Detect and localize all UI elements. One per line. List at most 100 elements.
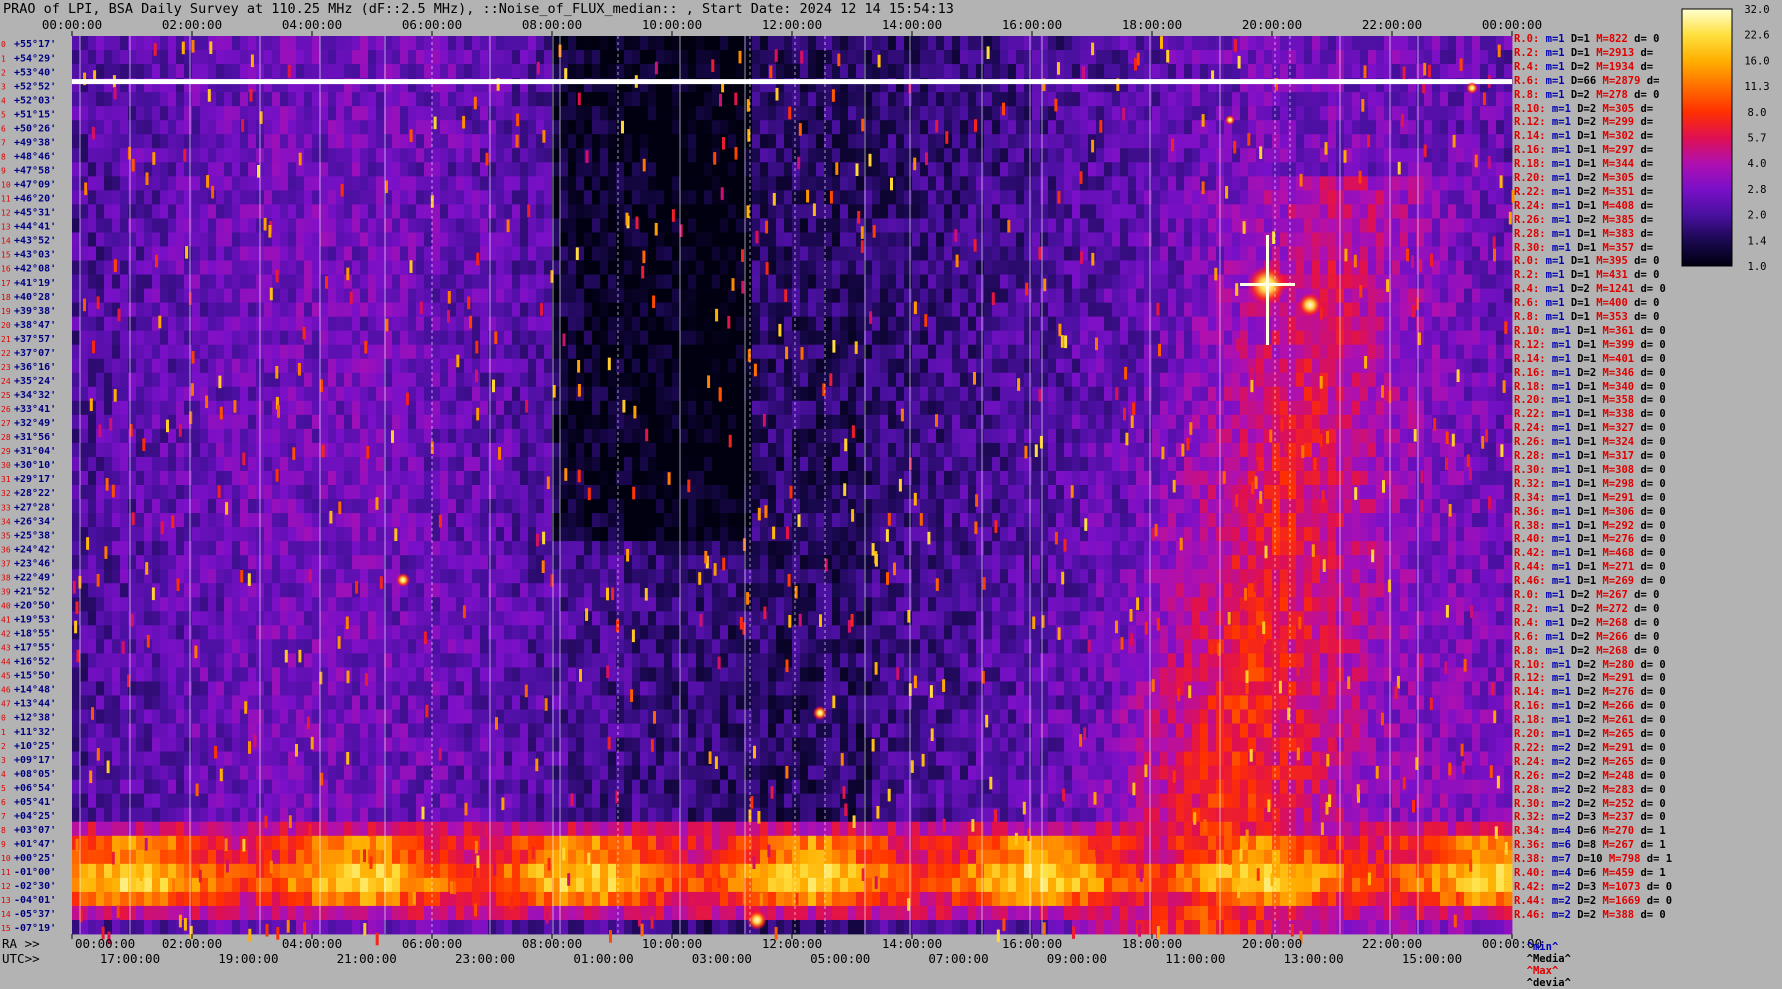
heatmap-cell <box>680 400 689 416</box>
heatmap-cell <box>240 330 249 346</box>
heatmap-cell <box>1344 92 1353 107</box>
heatmap-cell <box>488 400 497 416</box>
heatmap-cell <box>1064 274 1073 289</box>
heatmap-cell <box>896 176 905 191</box>
heatmap-cell <box>392 232 401 247</box>
heatmap-cell <box>240 414 249 430</box>
heatmap-cell <box>1368 92 1377 107</box>
heatmap-cell <box>704 302 713 318</box>
heatmap-cell <box>1288 50 1297 65</box>
heatmap-cell <box>1376 36 1385 51</box>
heatmap-cell <box>1128 358 1137 374</box>
heatmap-cell <box>848 36 857 51</box>
heatmap-cell <box>784 330 793 346</box>
heatmap-cell <box>1416 36 1425 51</box>
heatmap-cell <box>1408 288 1417 303</box>
heatmap-cell <box>904 106 913 121</box>
heatmap-cell <box>1432 50 1441 65</box>
heatmap-cell <box>1272 134 1281 149</box>
heatmap-cell <box>768 218 777 233</box>
heatmap-cell <box>1448 36 1457 51</box>
heatmap-cell <box>1464 148 1473 163</box>
heatmap-cell <box>984 190 993 205</box>
heatmap-cell <box>1432 386 1441 402</box>
heatmap-cell <box>616 344 625 360</box>
heatmap-cell <box>688 330 697 346</box>
heatmap-cell <box>560 414 569 430</box>
heatmap-cell <box>496 302 505 318</box>
heatmap-cell <box>736 372 745 388</box>
heatmap-cell <box>120 106 129 121</box>
heatmap-cell <box>328 92 337 107</box>
heatmap-cell <box>176 134 185 149</box>
heatmap-cell <box>288 246 297 261</box>
heatmap-cell <box>672 190 681 205</box>
heatmap-cell <box>1016 288 1025 303</box>
heatmap-cell <box>128 372 137 388</box>
heatmap-cell <box>1424 330 1433 346</box>
heatmap-cell <box>984 386 993 402</box>
heatmap-cell <box>352 120 361 135</box>
heatmap-cell <box>920 260 929 275</box>
heatmap-cell <box>640 92 649 107</box>
heatmap-cell <box>368 64 377 79</box>
heatmap-cell <box>1128 120 1137 135</box>
heatmap-cell <box>952 162 961 177</box>
heatmap-cell <box>1400 36 1409 51</box>
heatmap-cell <box>688 134 697 149</box>
heatmap-cell <box>1504 176 1513 191</box>
heatmap-cell <box>416 106 425 121</box>
heatmap-cell <box>896 190 905 205</box>
heatmap-cell <box>1016 274 1025 289</box>
heatmap-cell <box>672 288 681 303</box>
heatmap-cell <box>1184 106 1193 121</box>
heatmap-cell <box>512 64 521 79</box>
heatmap-cell <box>104 260 113 275</box>
heatmap-cell <box>752 204 761 219</box>
heatmap-cell <box>1008 176 1017 191</box>
heatmap-cell <box>480 330 489 346</box>
heatmap-cell <box>832 36 841 51</box>
heatmap-cell <box>568 218 577 233</box>
heatmap-cell <box>1328 386 1337 402</box>
heatmap-cell <box>1032 302 1041 318</box>
heatmap-cell <box>1176 274 1185 289</box>
heatmap-cell <box>168 400 177 416</box>
heatmap-cell <box>816 190 825 205</box>
heatmap-cell <box>936 260 945 275</box>
heatmap-cell <box>600 386 609 402</box>
heatmap-cell <box>1296 106 1305 121</box>
heatmap-cell <box>1192 274 1201 289</box>
heatmap-cell <box>120 288 129 303</box>
heatmap-cell <box>160 246 169 261</box>
heatmap-cell <box>232 106 241 121</box>
heatmap-cell <box>360 274 369 289</box>
heatmap-cell <box>856 176 865 191</box>
heatmap-cell <box>1208 358 1217 374</box>
heatmap-cell <box>1328 260 1337 275</box>
heatmap-cell <box>392 218 401 233</box>
heatmap-cell <box>128 260 137 275</box>
heatmap-cell <box>376 92 385 107</box>
heatmap-cell <box>416 148 425 163</box>
heatmap-cell <box>1392 92 1401 107</box>
heatmap-cell <box>592 92 601 107</box>
heatmap-cell <box>1152 162 1161 177</box>
heatmap-cell <box>144 246 153 261</box>
heatmap-cell <box>1416 274 1425 289</box>
heatmap-cell <box>168 302 177 318</box>
heatmap-cell <box>1144 344 1153 360</box>
heatmap-cell <box>1328 106 1337 121</box>
heatmap-cell <box>1392 190 1401 205</box>
heatmap-cell <box>1168 232 1177 247</box>
heatmap-cell <box>144 92 153 107</box>
heatmap-cell <box>944 358 953 374</box>
heatmap-cell <box>1184 134 1193 149</box>
heatmap-cell <box>1368 176 1377 191</box>
heatmap-cell <box>88 162 97 177</box>
heatmap-cell <box>672 134 681 149</box>
heatmap-cell <box>592 260 601 275</box>
heatmap-cell <box>496 218 505 233</box>
heatmap-cell <box>272 316 281 332</box>
heatmap-cell <box>1272 400 1281 416</box>
